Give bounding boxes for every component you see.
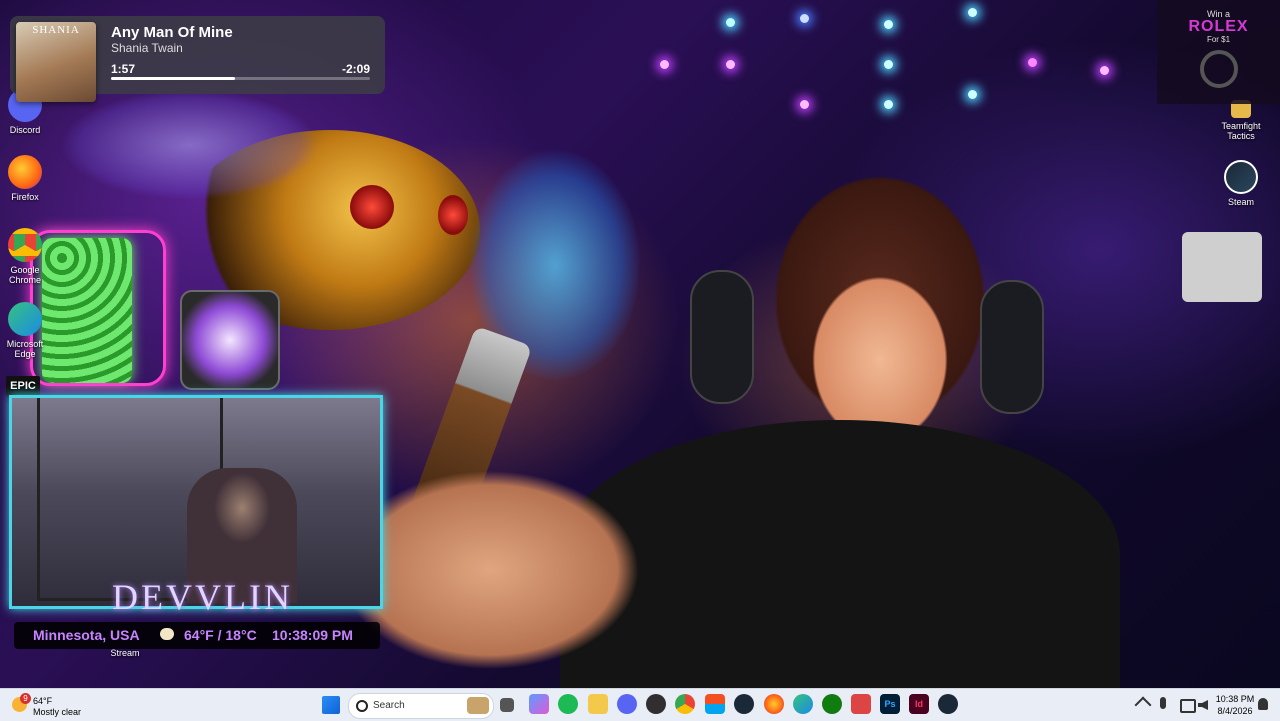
microphone-icon[interactable]: [1160, 697, 1166, 709]
desktop-icon-label: Stream: [110, 648, 140, 658]
notification-icon[interactable]: [1258, 698, 1268, 710]
now-playing-widget[interactable]: SHANIA Any Man Of Mine Shania Twain 1:57…: [10, 16, 385, 102]
rolex-ad-widget[interactable]: Win a ROLEX For $1: [1157, 0, 1280, 104]
wallpaper-light: [968, 8, 977, 17]
wallpaper-light: [884, 60, 893, 69]
headphones-illustration: [980, 280, 1044, 414]
wasp-eye: [438, 195, 468, 235]
ad-brand: ROLEX: [1188, 18, 1249, 35]
wallpaper-light: [800, 100, 809, 109]
headphones-illustration: [690, 270, 754, 404]
desktop-icon-label: Firefox: [11, 192, 39, 202]
search-highlight-icon: [467, 697, 489, 714]
search-icon: [356, 700, 368, 712]
clock-date: 8/4/2026: [1217, 706, 1253, 716]
wallpaper-light: [726, 18, 735, 27]
volume-icon[interactable]: [1198, 700, 1208, 710]
steam-icon: [1224, 160, 1258, 194]
desktop-icon-label: Edge: [14, 349, 36, 359]
desktop-icon-label: Tactics: [1227, 131, 1255, 141]
desktop-icon-epic[interactable]: EPIC: [6, 376, 40, 396]
desktop-wallpaper: Discord Firefox Google Chrome Microsoft …: [0, 0, 1280, 688]
wallpaper-light: [884, 100, 893, 109]
remaining-time: -2:09: [341, 62, 370, 76]
task-view-icon[interactable]: [500, 698, 514, 712]
logo-badge-overlay: [180, 290, 280, 390]
track-artist: Shania Twain: [111, 41, 183, 55]
copilot-icon[interactable]: [529, 694, 549, 714]
chrome-icon: [8, 228, 42, 262]
wallpaper-light: [1100, 66, 1109, 75]
edge-icon[interactable]: [793, 694, 813, 714]
taskbar-clock[interactable]: 10:38 PM 8/4/2026: [1212, 693, 1258, 717]
photoshop-icon[interactable]: Ps: [880, 694, 900, 714]
hand-illustration: [340, 470, 640, 670]
album-art: SHANIA: [16, 22, 96, 102]
location-text: Minnesota, USA: [33, 627, 140, 643]
elapsed-time: 1:57: [111, 62, 136, 76]
discord-icon[interactable]: [617, 694, 637, 714]
desktop-icon-teamfight-tactics[interactable]: Teamfight Tactics: [1210, 100, 1272, 141]
desktop-icon-stream[interactable]: Stream: [95, 648, 155, 658]
weather-temp: 64°F: [33, 696, 53, 706]
weather-icon: [160, 628, 174, 640]
firefox-icon: [8, 155, 42, 189]
wasp-wing-illustration: [60, 90, 320, 200]
progress-fill: [111, 77, 236, 80]
chrome-icon[interactable]: [675, 694, 695, 714]
watch-icon: [1199, 50, 1238, 88]
desktop-icon-label: Discord: [9, 125, 41, 135]
steam-icon[interactable]: [734, 694, 754, 714]
wallpaper-light: [1028, 58, 1037, 67]
obs-icon[interactable]: [646, 694, 666, 714]
album-art-text: SHANIA: [32, 24, 80, 36]
chevron-up-icon[interactable]: [1134, 696, 1152, 714]
search-box[interactable]: Search: [348, 693, 494, 719]
spotify-icon[interactable]: [558, 694, 578, 714]
weather-desc: Mostly clear: [33, 707, 82, 717]
desktop-icon-label: Steam: [1227, 197, 1254, 207]
firefox-icon[interactable]: [764, 694, 784, 714]
desktop-icon-label: Google: [10, 265, 40, 275]
edge-icon: [8, 302, 42, 336]
desktop-icon-label: Chrome: [8, 275, 41, 285]
epic-games-icon: EPIC: [10, 380, 36, 392]
desktop-icon-edge[interactable]: Microsoft Edge: [0, 302, 56, 359]
store-icon[interactable]: [705, 694, 725, 714]
progress-bar[interactable]: [111, 77, 370, 80]
desktop-icon-steam[interactable]: Steam: [1210, 160, 1272, 207]
webcam-overlay: DEVVLIN: [9, 395, 383, 617]
network-icon[interactable]: [1180, 699, 1196, 713]
wasp-eye: [350, 185, 394, 229]
clock-time: 10:38 PM: [1215, 694, 1255, 704]
snipping-icon[interactable]: [851, 694, 871, 714]
desktop-icon-firefox[interactable]: Firefox: [0, 155, 56, 202]
temperature-text: 64°F / 18°C: [184, 627, 257, 643]
steam-alt-icon[interactable]: [938, 694, 958, 714]
desktop-icon-chrome[interactable]: Google Chrome: [0, 228, 56, 285]
youtube-plaque: [1182, 232, 1262, 302]
wallpaper-light: [968, 90, 977, 99]
xbox-icon[interactable]: [822, 694, 842, 714]
file-explorer-icon[interactable]: [588, 694, 608, 714]
ad-line3: For $1: [1206, 35, 1231, 44]
webcam-name-overlay: DEVVLIN: [112, 577, 293, 617]
taskbar: 9 64°F Mostly clear Search Ps Id 10:38 P…: [0, 688, 1280, 721]
wallpaper-light: [660, 60, 669, 69]
wallpaper-light: [884, 20, 893, 29]
wallpaper-light: [800, 14, 809, 23]
desktop-icon-label: Teamfight: [1221, 121, 1261, 131]
notification-badge: 9: [20, 693, 31, 704]
character-shirt-illustration: [560, 420, 1120, 688]
wallpaper-light: [726, 60, 735, 69]
track-title: Any Man Of Mine: [111, 24, 233, 41]
search-placeholder: Search: [373, 700, 405, 711]
start-icon[interactable]: [322, 696, 340, 714]
location-weather-bar: Minnesota, USA 64°F / 18°C 10:38:09 PM: [14, 622, 380, 649]
time-text: 10:38:09 PM: [272, 627, 353, 643]
indesign-icon[interactable]: Id: [909, 694, 929, 714]
desktop-icon-label: Microsoft: [6, 339, 44, 349]
